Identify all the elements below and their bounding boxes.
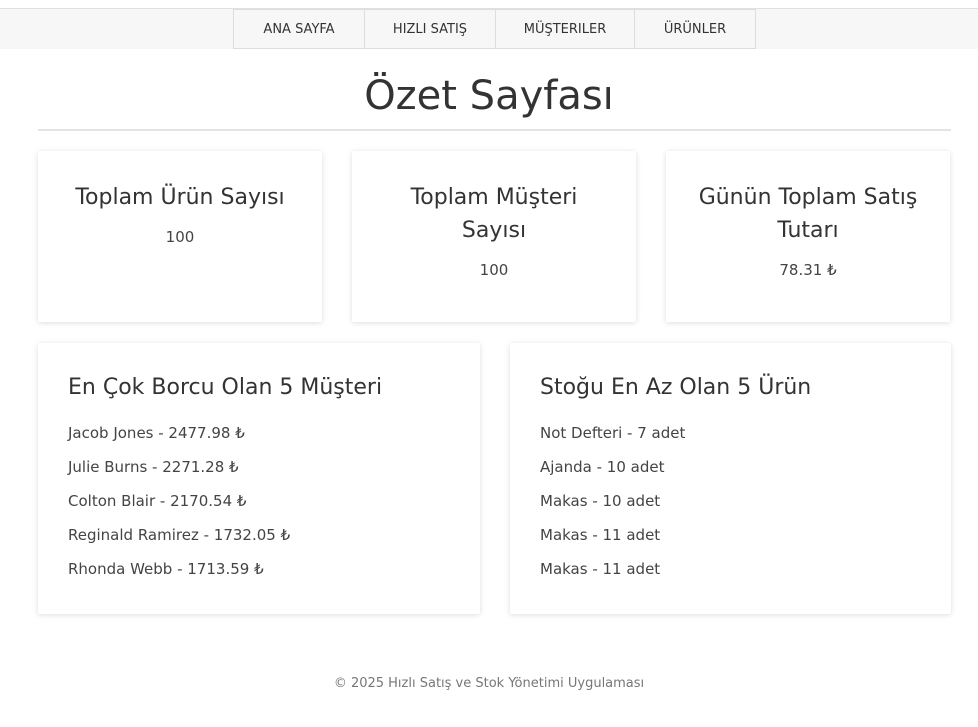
- title-divider: [38, 129, 951, 131]
- top-navbar: ANA SAYFA HIZLI SATIŞ MÜŞTERILER ÜRÜNLER: [0, 8, 978, 49]
- list-item: Rhonda Webb - 1713.59 ₺: [68, 560, 264, 578]
- list-item: Makas - 11 adet: [540, 526, 661, 544]
- stat-value: 100: [479, 261, 509, 279]
- list-item: Jacob Jones - 2477.98 ₺: [68, 424, 245, 442]
- main-nav: ANA SAYFA HIZLI SATIŞ MÜŞTERILER ÜRÜNLER: [233, 9, 756, 49]
- list-item: Ajanda - 10 adet: [540, 458, 665, 476]
- nav-item-quick-sale[interactable]: HIZLI SATIŞ: [365, 9, 496, 49]
- list-item: Makas - 10 adet: [540, 492, 661, 510]
- nav-item-customers[interactable]: MÜŞTERILER: [496, 9, 635, 49]
- stat-title: Günün Toplam Satış Tutarı: [698, 185, 918, 243]
- stat-card-total-customers: Toplam Müşteri Sayısı 100: [352, 151, 636, 322]
- stat-value: 78.31 ₺: [779, 261, 837, 279]
- nav-item-products[interactable]: ÜRÜNLER: [635, 9, 756, 49]
- low-stock-card: Stoğu En Az Olan 5 Ürün Not Defteri - 7 …: [510, 343, 951, 614]
- list-item: Makas - 11 adet: [540, 560, 661, 578]
- stat-value: 100: [165, 228, 195, 246]
- nav-item-home[interactable]: ANA SAYFA: [234, 9, 365, 49]
- footer-copyright: © 2025 Hızlı Satış ve Stok Yönetimi Uygu…: [333, 676, 645, 691]
- stat-card-total-products: Toplam Ürün Sayısı 100: [38, 151, 322, 322]
- stat-card-daily-sales: Günün Toplam Satış Tutarı 78.31 ₺: [666, 151, 950, 322]
- list-item: Not Defteri - 7 adet: [540, 424, 686, 442]
- card-title: Stoğu En Az Olan 5 Ürün: [540, 375, 812, 400]
- list-item: Julie Burns - 2271.28 ₺: [68, 458, 239, 476]
- card-title: En Çok Borcu Olan 5 Müşteri: [68, 375, 383, 400]
- stat-title: Toplam Müşteri Sayısı: [410, 185, 578, 243]
- list-item: Reginald Ramirez - 1732.05 ₺: [68, 526, 291, 544]
- list-item: Colton Blair - 2170.54 ₺: [68, 492, 247, 510]
- top-debtors-card: En Çok Borcu Olan 5 Müşteri Jacob Jones …: [38, 343, 480, 614]
- page-title: Özet Sayfası: [364, 73, 614, 119]
- stat-title: Toplam Ürün Sayısı: [75, 185, 285, 210]
